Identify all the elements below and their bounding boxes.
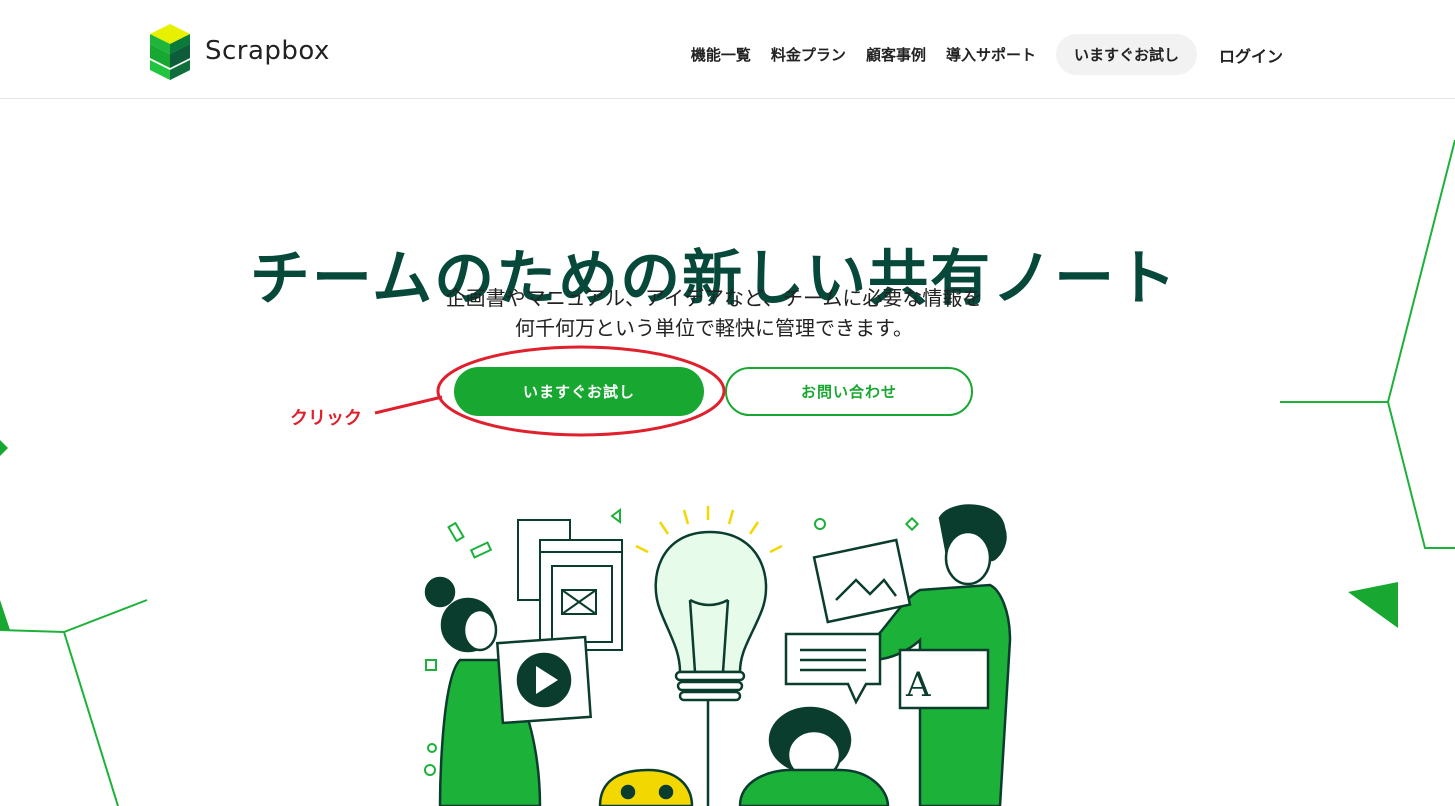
svg-text:A: A — [905, 665, 931, 705]
hero-illustration: A — [424, 504, 1012, 806]
